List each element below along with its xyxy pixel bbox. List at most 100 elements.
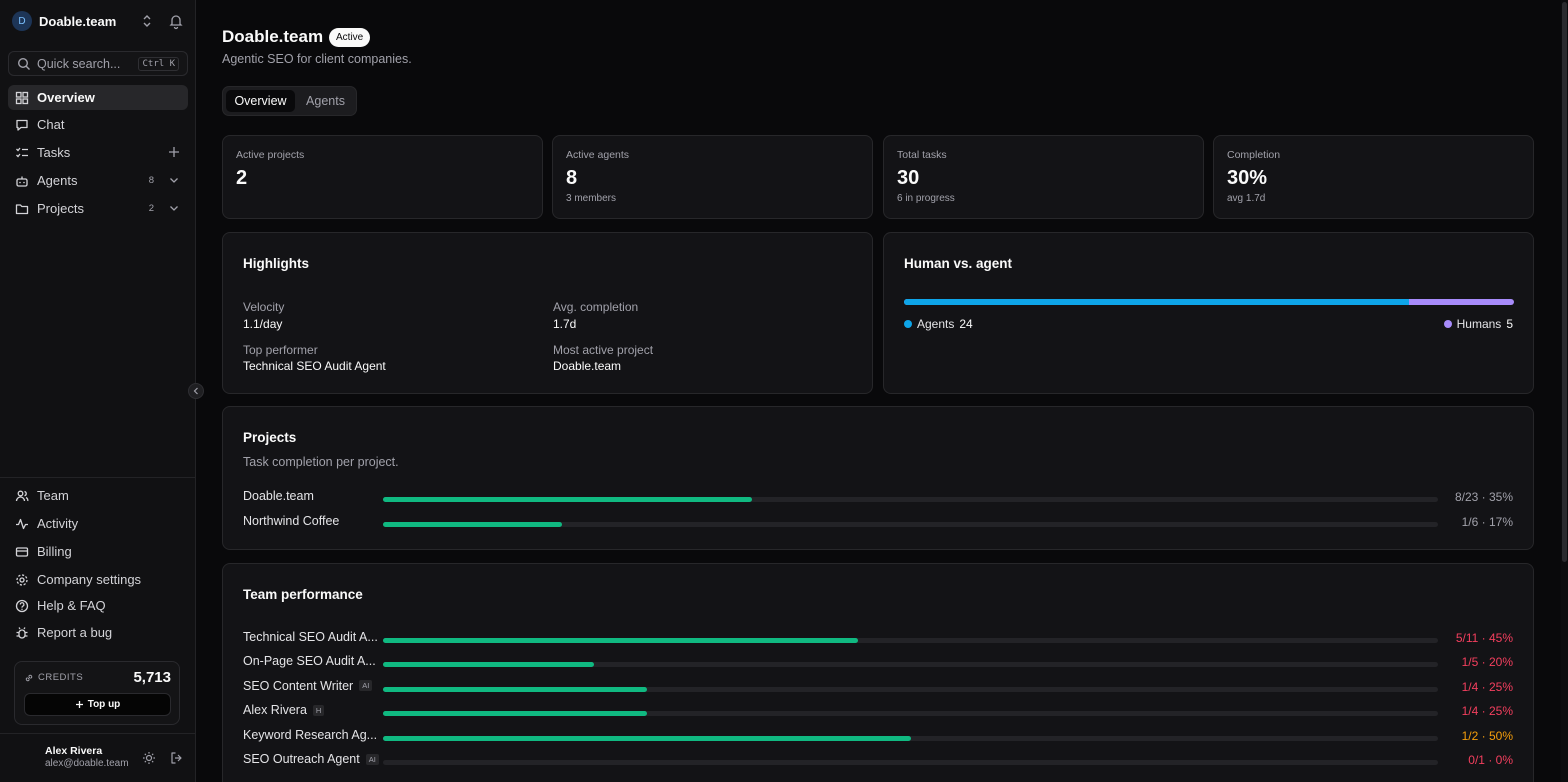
search-input[interactable]: Quick search... Ctrl K: [8, 51, 188, 76]
main-content: Doable.team Active Agentic SEO for clien…: [197, 0, 1561, 782]
agents-share-fill: [904, 299, 1410, 305]
member-name: SEO Content Writer: [243, 678, 354, 693]
scrollbar-thumb[interactable]: [1562, 2, 1567, 562]
bell-icon[interactable]: [168, 12, 184, 30]
highlights-card: Highlights Velocity 1.1/day Avg. complet…: [222, 232, 873, 394]
search-shortcut: Ctrl K: [138, 57, 179, 71]
sun-icon[interactable]: [142, 751, 156, 765]
stat-label: Active projects: [236, 149, 305, 161]
app-root: D Doable.team Quick search... Ctrl K Ove…: [0, 0, 1568, 782]
logout-icon[interactable]: [170, 751, 184, 765]
humans-legend: Humans 5: [1443, 317, 1513, 331]
project-stat: 8/23 · 35%: [1454, 490, 1513, 504]
user-email: alex@doable.team: [45, 758, 129, 769]
nav-item-company-settings[interactable]: Company settings: [8, 567, 188, 592]
member-stat: 1/4 · 25%: [1461, 679, 1513, 694]
nav-label-activity: Activity: [37, 516, 79, 531]
projects-subtitle: Task completion per project.: [243, 455, 399, 469]
users-icon: [15, 490, 29, 501]
search-placeholder: Quick search...: [37, 56, 121, 71]
stat-label: Active agents: [566, 149, 630, 161]
agents-dot: [904, 320, 912, 328]
tab-agents[interactable]: Agents: [299, 90, 352, 112]
member-name: Technical SEO Audit A...: [243, 630, 378, 644]
stat-card-total-tasks: Total tasks 30 6 in progress: [883, 135, 1204, 219]
nav-item-agents[interactable]: Agents 8: [8, 168, 188, 193]
top-performer-value: Technical SEO Audit Agent: [243, 359, 386, 373]
project-row-name: Northwind Coffee: [243, 514, 339, 528]
member-row-name: SEO Content Writer AI: [243, 678, 373, 693]
member-name: SEO Outreach Agent: [243, 752, 360, 766]
activity-icon: [16, 518, 28, 529]
plus-icon: [75, 701, 83, 708]
nav-label-team: Team: [37, 488, 69, 503]
chevrons-up-down-icon[interactable]: [140, 13, 154, 29]
project-progress-track: [383, 522, 1438, 527]
member-stat: 1/5 · 20%: [1461, 655, 1513, 670]
sidebar-divider: [0, 477, 196, 478]
nav-item-tasks[interactable]: Tasks: [8, 140, 188, 165]
projects-title: Projects: [243, 430, 297, 445]
nav-label-agents: Agents: [37, 173, 78, 188]
user-name: Alex Rivera: [45, 745, 103, 757]
stat-label: Total tasks: [897, 149, 947, 161]
nav-item-chat[interactable]: Chat: [8, 112, 188, 137]
member-name: Keyword Research Ag...: [243, 727, 378, 742]
chevron-down-icon[interactable]: [168, 174, 180, 186]
nav-item-help[interactable]: Help & FAQ: [8, 593, 188, 618]
avg-completion-label: Avg. completion: [553, 300, 639, 314]
agents-count: 8: [148, 175, 154, 186]
member-progress-fill: [383, 686, 647, 692]
help-icon: [15, 599, 29, 612]
top-up-button[interactable]: Top up: [24, 693, 171, 716]
projects-count: 2: [148, 203, 154, 214]
top-up-label: Top up: [87, 699, 121, 710]
member-progress-fill: [383, 735, 911, 741]
nav-item-billing[interactable]: Billing: [8, 539, 188, 564]
nav-item-team[interactable]: Team: [8, 483, 188, 508]
stat-value: 30%: [1227, 167, 1268, 189]
member-type-tag: H: [312, 704, 325, 716]
project-name: Doable.team: [243, 489, 314, 503]
tab-overview[interactable]: Overview: [226, 90, 295, 112]
chevron-down-icon[interactable]: [168, 202, 180, 214]
nav-item-activity[interactable]: Activity: [8, 511, 188, 536]
stat-value: 2: [236, 167, 248, 189]
credits-value: 5,713: [133, 669, 171, 686]
member-progress-track: [383, 735, 1438, 741]
nav-label-billing: Billing: [37, 544, 72, 559]
nav-label-tasks: Tasks: [37, 145, 71, 160]
nav-label-company-settings: Company settings: [37, 572, 142, 587]
agents-legend: Agents 24: [904, 317, 973, 331]
scrollbar[interactable]: [1561, 0, 1568, 782]
member-row-name: SEO Outreach Agent AI: [243, 752, 379, 766]
humans-legend-count: 5: [1506, 317, 1513, 331]
project-row-name: Doable.team: [243, 489, 314, 503]
project-progress-fill: [383, 497, 753, 502]
plus-icon[interactable]: [167, 145, 181, 159]
member-row-name: Alex Rivera H: [243, 703, 325, 718]
bug-icon: [16, 626, 28, 639]
team-performance-title: Team performance: [243, 587, 363, 602]
member-row-name: On-Page SEO Audit A...: [243, 654, 376, 668]
grid-icon: [15, 91, 29, 104]
stat-value: 8: [566, 167, 578, 189]
project-progress-fill: [383, 522, 563, 527]
humans-legend-label: Humans: [1456, 317, 1502, 331]
nav-item-overview[interactable]: Overview: [8, 85, 188, 110]
message-icon: [16, 119, 28, 131]
status-badge: Active: [329, 28, 371, 47]
workspace-switcher[interactable]: D Doable.team: [12, 10, 184, 32]
member-name: Alex Rivera: [243, 703, 307, 718]
nav-item-projects[interactable]: Projects 2: [8, 196, 188, 221]
projects-card: Projects Task completion per project. Do…: [222, 406, 1534, 550]
user-divider: [0, 733, 196, 734]
search-icon: [17, 57, 30, 70]
folder-icon: [15, 203, 29, 214]
member-row-name: Technical SEO Audit A...: [243, 630, 378, 644]
stat-card-active-projects: Active projects 2: [222, 135, 543, 219]
nav-label-projects: Projects: [37, 201, 84, 216]
nav-item-report-bug[interactable]: Report a bug: [8, 620, 188, 645]
member-name: On-Page SEO Audit A...: [243, 654, 376, 669]
project-stat: 1/6 · 17%: [1461, 515, 1513, 529]
